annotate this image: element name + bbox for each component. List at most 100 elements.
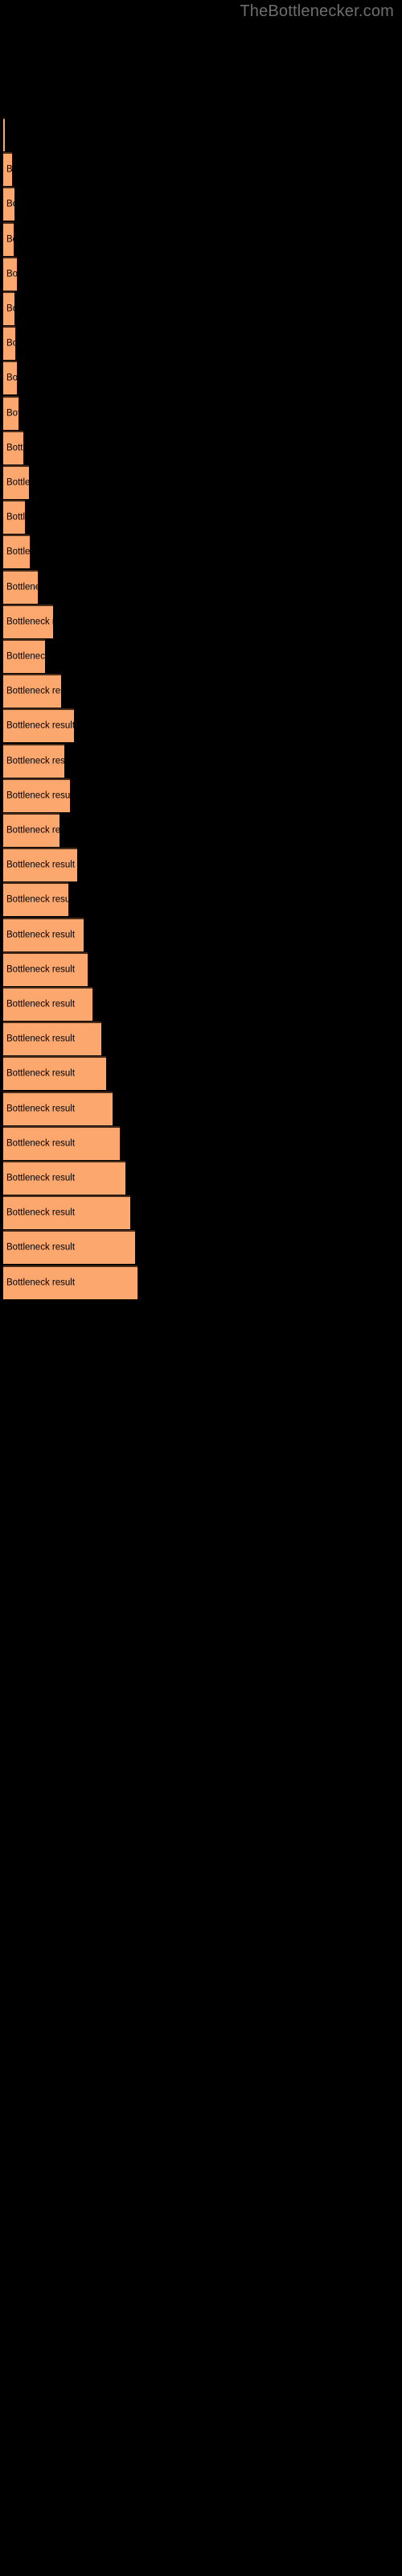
chart-bar[interactable]: Bottleneck result — [3, 465, 29, 499]
bar-row: Bottleneck result — [0, 326, 402, 361]
bar-row: Bottleneck result — [0, 987, 402, 1021]
bar-label: Bottleneck result — [6, 1242, 76, 1253]
bar-row: Bottleneck result — [0, 674, 402, 708]
bar-row: Bottleneck result — [0, 1125, 402, 1160]
bar-label: Bottleneck result — [6, 1138, 76, 1149]
chart-bar[interactable]: Bottleneck result — [3, 917, 84, 952]
bar-label: Bottleneck result — [6, 234, 14, 245]
bar-label: Bottleneck result — [6, 999, 76, 1009]
chart-bar[interactable]: Bottleneck result — [3, 813, 59, 847]
chart-bar[interactable]: Bottleneck result — [3, 500, 25, 535]
bar-label: Bottleneck result — [6, 756, 64, 766]
bottleneck-bar-chart: Bottleneck result Bottleneck result Bottle… — [0, 0, 402, 2576]
chart-bar[interactable]: Bottleneck result — [3, 535, 30, 569]
bar-row: Bottleneck result — [0, 882, 402, 917]
bar-label: Bottleneck result — [6, 1173, 76, 1183]
chart-bar[interactable]: Bottleneck result — [3, 291, 14, 325]
bar-row: Bottleneck result — [0, 465, 402, 499]
bar-label: Bottleneck result — [6, 791, 70, 801]
bar-label: Bottleneck result — [6, 686, 61, 696]
bar-label: Bottleneck result — [6, 408, 18, 419]
bar-row: Bottleneck result — [0, 569, 402, 604]
bar-label: Bottleneck result — [6, 443, 23, 453]
chart-bar[interactable]: Bottleneck result — [3, 708, 74, 743]
bar-label: Bottleneck result — [6, 1278, 76, 1288]
bar-row: Bottleneck result — [0, 639, 402, 673]
chart-bar[interactable]: Bottleneck result — [3, 256, 17, 291]
bar-label: Bottleneck result — [6, 199, 14, 209]
chart-bar[interactable]: Bottleneck result — [3, 1022, 101, 1056]
chart-bar[interactable]: Bottleneck result — [3, 1230, 135, 1265]
bar-label: Bottleneck result — [6, 964, 76, 975]
bar-label: Bottleneck result — [6, 477, 29, 488]
bar-row: Bottleneck result — [0, 291, 402, 325]
chart-bar[interactable]: Bottleneck result — [3, 569, 38, 604]
bar-label: Bottleneck result — [6, 338, 15, 349]
bar-row: Bottleneck result — [0, 778, 402, 812]
bar-row: Bottleneck result — [0, 1230, 402, 1265]
bar-row: Bottleneck result — [0, 1056, 402, 1091]
chart-bar[interactable]: Bottleneck result — [3, 1125, 120, 1160]
bar-row: Bottleneck result — [0, 1195, 402, 1230]
bar-label: Bottleneck result — [6, 651, 45, 662]
bar-label: Bottleneck result — [6, 512, 25, 522]
bar-row: Bottleneck result — [0, 430, 402, 464]
bar-row: Bottleneck result — [0, 256, 402, 291]
bar-label: Bottleneck result — [6, 269, 17, 279]
bar-row: Bottleneck result — [0, 221, 402, 256]
bar-row: Bottleneck result — [0, 848, 402, 882]
bar-row: Bottleneck result — [0, 917, 402, 952]
chart-bar[interactable]: Bottleneck result — [3, 1265, 137, 1299]
bar-row: Bottleneck result — [0, 187, 402, 221]
bar-row: Bottleneck result — [0, 1265, 402, 1299]
chart-bar[interactable]: Bottleneck result — [3, 848, 77, 882]
chart-bar[interactable]: Bottleneck result — [3, 118, 5, 151]
chart-bar[interactable]: Bottleneck result — [3, 221, 14, 256]
chart-bar[interactable]: Bottleneck result — [3, 639, 45, 673]
bar-label: Bottleneck result — [6, 894, 68, 905]
bar-row: Bottleneck result — [0, 1161, 402, 1195]
chart-bar[interactable]: Bottleneck result — [3, 1056, 106, 1091]
bar-label: Bottleneck result — [6, 1208, 76, 1218]
bar-row: Bottleneck result — [0, 395, 402, 430]
bar-row: Bottleneck result — [0, 708, 402, 743]
bar-label: Bottleneck result — [6, 860, 76, 870]
bar-label: Bottleneck result — [6, 582, 38, 592]
bar-label: Bottleneck result — [6, 303, 14, 314]
bar-row: Bottleneck result — [0, 1022, 402, 1056]
bar-label: Bottleneck result — [6, 930, 76, 940]
bar-row: Bottleneck result — [0, 604, 402, 638]
bar-row: Bottleneck result — [0, 361, 402, 395]
chart-bar[interactable]: Bottleneck result — [3, 952, 88, 986]
chart-bar[interactable]: Bottleneck result — [3, 1161, 125, 1195]
bar-row: Bottleneck result — [0, 952, 402, 986]
chart-bar[interactable]: Bottleneck result — [3, 604, 53, 638]
bar-row: Bottleneck result — [0, 535, 402, 569]
chart-bar[interactable]: Bottleneck result — [3, 778, 70, 812]
chart-bar[interactable]: Bottleneck result — [3, 1091, 113, 1125]
chart-bar[interactable]: Bottleneck result — [3, 987, 92, 1021]
bar-row: Bottleneck result — [0, 118, 402, 151]
bar-label: Bottleneck result — [6, 825, 59, 836]
bar-label: Bottleneck result — [6, 373, 17, 383]
bar-label: Bottleneck result — [6, 1068, 76, 1079]
bar-row: Bottleneck result — [0, 500, 402, 535]
chart-bar[interactable]: Bottleneck result — [3, 674, 61, 708]
bar-row: Bottleneck result — [0, 152, 402, 187]
chart-bar[interactable]: Bottleneck result — [3, 361, 17, 395]
bar-row: Bottleneck result — [0, 743, 402, 778]
chart-bar[interactable]: Bottleneck result — [3, 743, 64, 778]
chart-bar[interactable]: Bottleneck result — [3, 1195, 130, 1230]
bar-label: Bottleneck result — [6, 1104, 76, 1114]
bar-label: Bottleneck result — [6, 164, 12, 175]
chart-bar[interactable]: Bottleneck result — [3, 187, 14, 221]
bar-label: Bottleneck result — [6, 547, 30, 557]
chart-bar[interactable]: Bottleneck result — [3, 430, 23, 464]
bar-label: Bottleneck result — [6, 1034, 76, 1044]
chart-bar[interactable]: Bottleneck result — [3, 326, 15, 361]
chart-bar[interactable]: Bottleneck result — [3, 882, 68, 917]
bar-row: Bottleneck result — [0, 1091, 402, 1125]
chart-bar[interactable]: Bottleneck result — [3, 395, 18, 430]
chart-bar[interactable]: Bottleneck result — [3, 152, 12, 187]
bar-label: Bottleneck result — [6, 617, 53, 627]
